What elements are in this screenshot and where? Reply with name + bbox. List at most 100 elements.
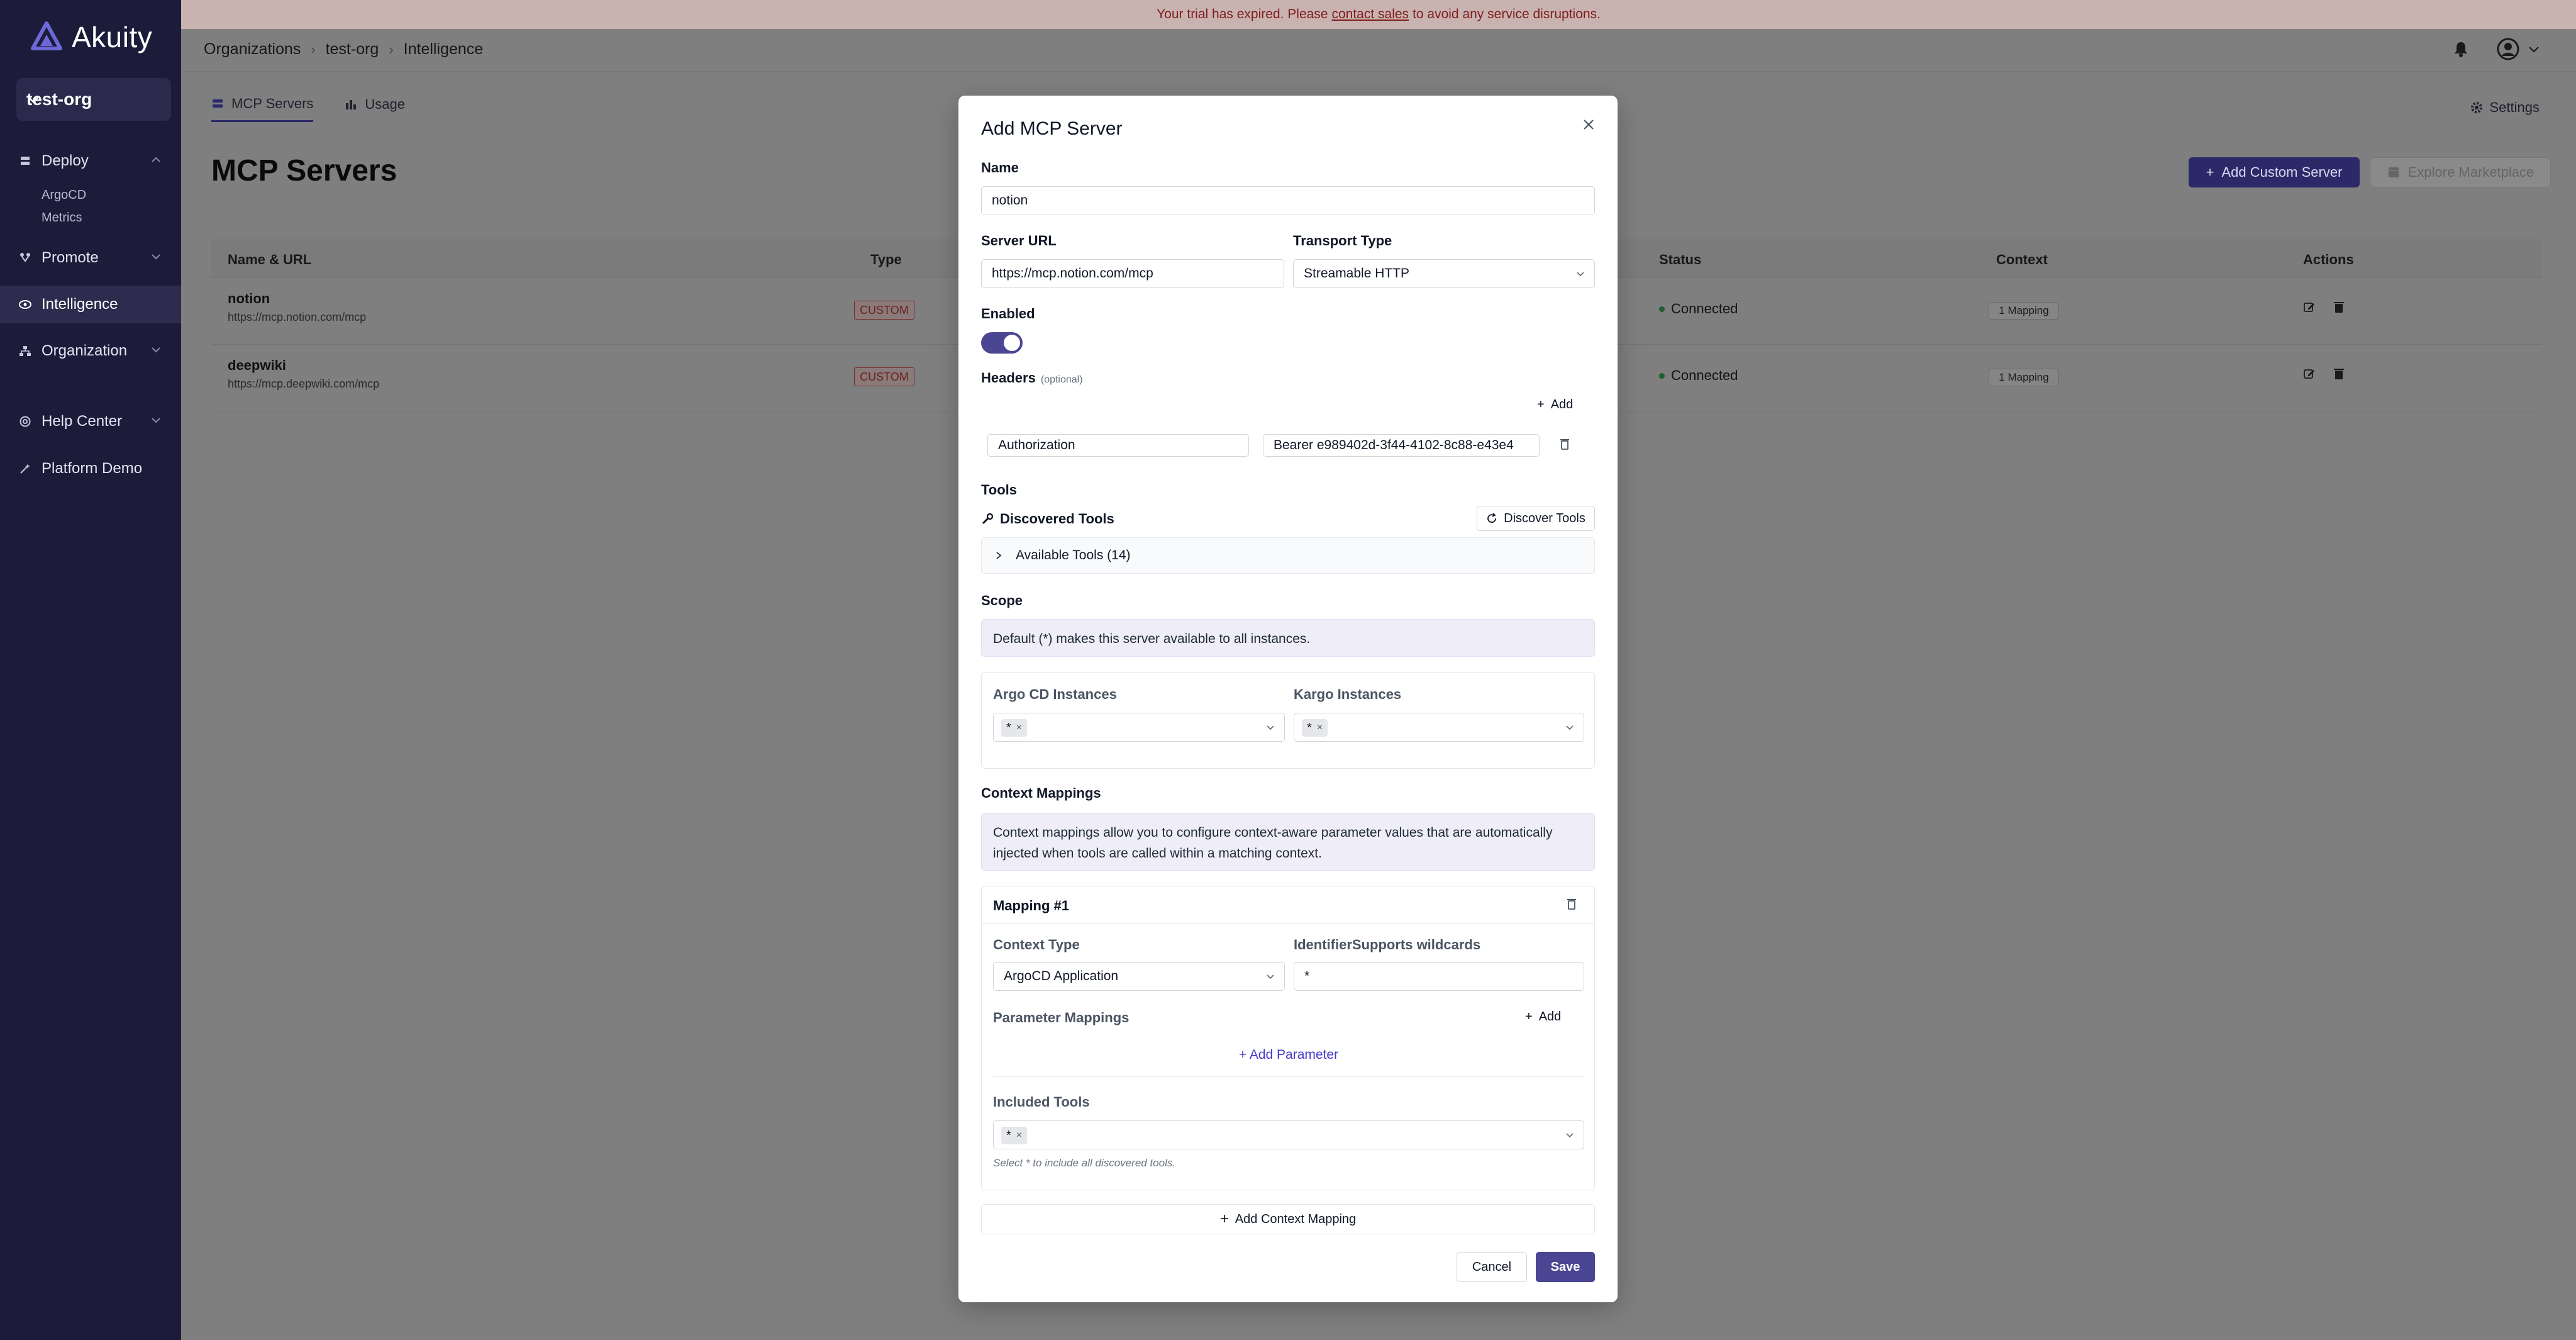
chevron-down-icon [1566,1133,1574,1138]
chip-label: * [1006,720,1011,735]
trash-icon[interactable] [1567,898,1577,910]
trash-icon[interactable] [2333,367,2345,380]
discover-tools-button[interactable]: Discover Tools [1477,506,1595,531]
add-custom-server-label: Add Custom Server [2221,164,2343,180]
kargo-instances-select[interactable]: * × [1294,713,1584,742]
status-dot-icon [1659,306,1665,312]
server-name[interactable]: notion [228,291,270,307]
sidebar-item-label: Deploy [42,152,89,169]
tab-bar: MCP Servers Usage [211,91,405,122]
server-name[interactable]: deepwiki [228,357,286,374]
identifier-hint: Supports wildcards [1352,937,1481,952]
name-input[interactable]: notion [981,186,1595,215]
add-header-button[interactable]: + Add [1537,398,1573,412]
available-tools-collapsible[interactable]: Available Tools (14) [981,537,1595,574]
chevron-down-icon [1267,725,1274,730]
enabled-label: Enabled [981,306,1035,321]
argo-cd-instances-select[interactable]: * × [993,713,1285,742]
trash-icon[interactable] [2333,301,2345,313]
sidebar-item-help-center[interactable]: Help Center [0,403,181,440]
context-mappings-info-box: Context mappings allow you to configure … [981,813,1595,871]
discovered-tools-label: Discovered Tools [1000,511,1114,527]
sidebar-item-label: Organization [42,342,128,359]
chevron-down-icon [1566,725,1574,730]
identifier-value: * [1304,969,1310,983]
breadcrumb-organizations[interactable]: Organizations [204,40,301,59]
transport-type-select[interactable]: Streamable HTTP [1293,259,1595,288]
add-parameter-mapping-button[interactable]: + Add [1525,1010,1561,1024]
header-value-input[interactable]: Bearer e989402d-3f44-4102-8c88-e43e4 [1263,434,1540,457]
sidebar-item-platform-demo[interactable]: Platform Demo [0,450,181,488]
save-button[interactable]: Save [1536,1252,1595,1282]
column-header-type: Type [870,252,902,267]
wildcard-chip[interactable]: * × [1001,1127,1028,1144]
organization-icon [19,345,31,357]
sidebar-item-deploy[interactable]: Deploy [0,142,181,180]
edit-icon[interactable] [2303,301,2316,313]
breadcrumb-separator-icon: › [311,41,316,57]
gear-icon [2470,102,2482,113]
close-icon[interactable] [1579,114,1599,135]
akuity-logo[interactable]: Akuity [30,20,152,54]
transport-type-value: Streamable HTTP [1304,266,1410,281]
chip-label: * [1006,1128,1011,1142]
status-dot-icon [1659,372,1665,379]
chevron-down-icon [152,254,160,260]
identifier-input[interactable]: * [1294,962,1584,991]
headers-label-text: Headers [981,370,1036,386]
sidebar-item-label: Promote [42,249,99,266]
server-url-input[interactable]: https://mcp.notion.com/mcp [981,259,1284,288]
name-value: notion [992,193,1028,208]
sidebar-item-label: Help Center [42,413,123,430]
user-menu[interactable] [2497,38,2540,60]
included-tools-label: Included Tools [993,1094,1090,1110]
breadcrumb-org[interactable]: test-org [326,40,379,59]
sidebar-item-promote[interactable]: Promote [0,239,181,277]
bell-icon[interactable] [2453,40,2469,58]
sidebar-subitem-argocd[interactable]: ArgoCD [42,188,86,203]
save-label: Save [1550,1259,1580,1274]
headers-optional: (optional) [1040,374,1083,385]
server-url-label: Server URL [981,233,1057,248]
add-custom-server-button[interactable]: + Add Custom Server [2189,157,2360,187]
breadcrumb-separator-icon: › [389,41,394,57]
wildcard-chip[interactable]: * × [1302,719,1328,737]
top-bar-icons [2453,38,2540,60]
trash-icon[interactable] [1560,438,1570,450]
type-badge: CUSTOM [854,367,914,386]
chip-label: * [1307,720,1312,735]
included-tools-select[interactable]: * × [993,1120,1584,1149]
type-badge: CUSTOM [854,301,914,320]
edit-icon[interactable] [2303,367,2316,380]
explore-marketplace-button: Explore Marketplace [2370,157,2551,187]
toggle-knob [1004,335,1020,351]
plus-icon: + [1219,1210,1229,1227]
plus-icon: + [1537,398,1545,411]
cancel-button[interactable]: Cancel [1457,1252,1527,1282]
sidebar-item-intelligence[interactable]: Intelligence [0,286,181,323]
wrench-icon [982,513,994,525]
tab-mcp-servers[interactable]: MCP Servers [211,91,314,122]
akuity-logo-icon [31,21,62,50]
close-icon[interactable]: × [1016,1130,1022,1141]
close-icon[interactable]: × [1016,722,1022,734]
org-selector[interactable]: test-org [16,78,171,121]
header-key-value: Authorization [998,438,1075,452]
close-icon[interactable]: × [1317,722,1323,734]
wildcard-chip[interactable]: * × [1001,719,1028,737]
contact-sales-link[interactable]: contact sales [1331,7,1409,22]
add-context-mapping-button[interactable]: + Add Context Mapping [981,1204,1595,1234]
row-actions [2303,367,2345,380]
sidebar-item-organization[interactable]: Organization [0,332,181,370]
chevron-down-icon [1267,974,1274,980]
enabled-toggle[interactable] [981,332,1023,354]
context-type-select[interactable]: ArgoCD Application [993,962,1285,991]
add-parameter-link[interactable]: + Add Parameter [982,1047,1596,1063]
settings-link[interactable]: Settings [2470,99,2540,116]
tab-usage[interactable]: Usage [345,91,405,122]
sidebar-subitem-metrics[interactable]: Metrics [42,211,82,225]
breadcrumb-current: Intelligence [403,40,484,58]
header-key-input[interactable]: Authorization [987,434,1249,457]
plus-icon: + [2206,164,2214,180]
status-indicator: Connected [1659,367,1738,384]
